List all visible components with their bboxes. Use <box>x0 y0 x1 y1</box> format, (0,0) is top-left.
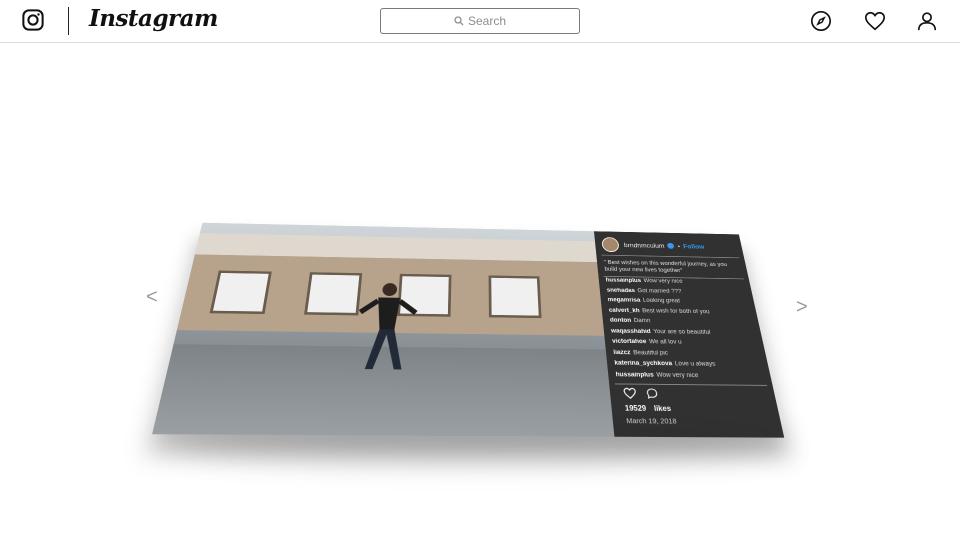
comment-item: hussainplus Wow very nice <box>615 371 766 384</box>
comment-username[interactable]: donton <box>610 317 632 323</box>
comment-username[interactable]: hussainplus <box>615 371 654 378</box>
comment-text: We all lov u <box>649 339 682 345</box>
photo-dancer-figure <box>345 279 426 374</box>
author-username[interactable]: brndnmculum <box>623 242 664 249</box>
previous-post-arrow[interactable]: < <box>146 286 158 309</box>
post-author-header: brndnmculum • Follow <box>601 237 705 254</box>
comment-text: Your are so beautiful <box>653 328 711 335</box>
post-photo[interactable] <box>152 223 614 437</box>
verified-badge-icon <box>667 243 675 249</box>
search-input[interactable]: Search <box>380 8 580 34</box>
next-post-arrow[interactable]: > <box>796 296 808 319</box>
post-card: brndnmculum • Follow " Best wishes on th… <box>152 223 784 438</box>
comment-text: Best wish for both of you <box>642 308 710 315</box>
comment-username[interactable]: liazcz <box>613 349 631 355</box>
post-caption: " Best wishes on this wonderful journey,… <box>604 259 742 275</box>
comment-text: Beautiful pic <box>633 349 669 356</box>
comment-username[interactable]: waqasshahid <box>611 328 651 334</box>
comment-bubble-icon[interactable] <box>645 387 659 399</box>
instagram-wordmark[interactable]: Instagram <box>89 5 218 32</box>
comments-list[interactable]: hussainplus Wow very nice snehadas Got mar… <box>605 278 766 385</box>
search-icon <box>454 16 464 26</box>
comment-username[interactable]: calvert_kh <box>609 307 640 313</box>
comment-username[interactable]: snehadas <box>607 287 636 293</box>
like-heart-icon[interactable] <box>623 387 638 399</box>
instagram-logo-icon[interactable] <box>22 9 44 31</box>
comment-text: Got married ??? <box>637 288 682 294</box>
likes-number: 19529 <box>624 404 646 413</box>
comment-text: Wow very nice <box>643 278 683 284</box>
comment-text: Wow very nice <box>656 372 699 379</box>
post-viewer-stage: < > brndnmculum • Follow " Best wishes o… <box>0 42 960 540</box>
post-actions <box>623 387 659 399</box>
follow-button[interactable]: Follow <box>683 243 705 250</box>
header-divider <box>68 7 69 35</box>
comment-username[interactable]: katerina_sychkova <box>614 360 672 367</box>
likes-label: likes <box>653 404 671 413</box>
top-navigation-bar: Instagram Search <box>0 0 960 43</box>
likes-count[interactable]: 19529 likes <box>624 404 671 413</box>
comment-text: Love u always <box>674 361 716 368</box>
author-avatar[interactable] <box>601 237 619 252</box>
profile-user-icon[interactable] <box>916 10 938 32</box>
comment-text: Looking great <box>643 298 681 304</box>
comment-username[interactable]: megamrisa <box>608 297 641 303</box>
heart-activity-icon[interactable] <box>864 10 886 32</box>
post-date: March 19, 2018 <box>626 416 677 425</box>
comment-text: Damn <box>633 318 650 324</box>
comment-username[interactable]: victortahoe <box>612 338 647 344</box>
explore-compass-icon[interactable] <box>810 10 832 32</box>
comment-username[interactable]: hussainplus <box>605 278 641 284</box>
search-placeholder: Search <box>468 14 506 28</box>
post-details-panel: brndnmculum • Follow " Best wishes on th… <box>594 231 784 437</box>
